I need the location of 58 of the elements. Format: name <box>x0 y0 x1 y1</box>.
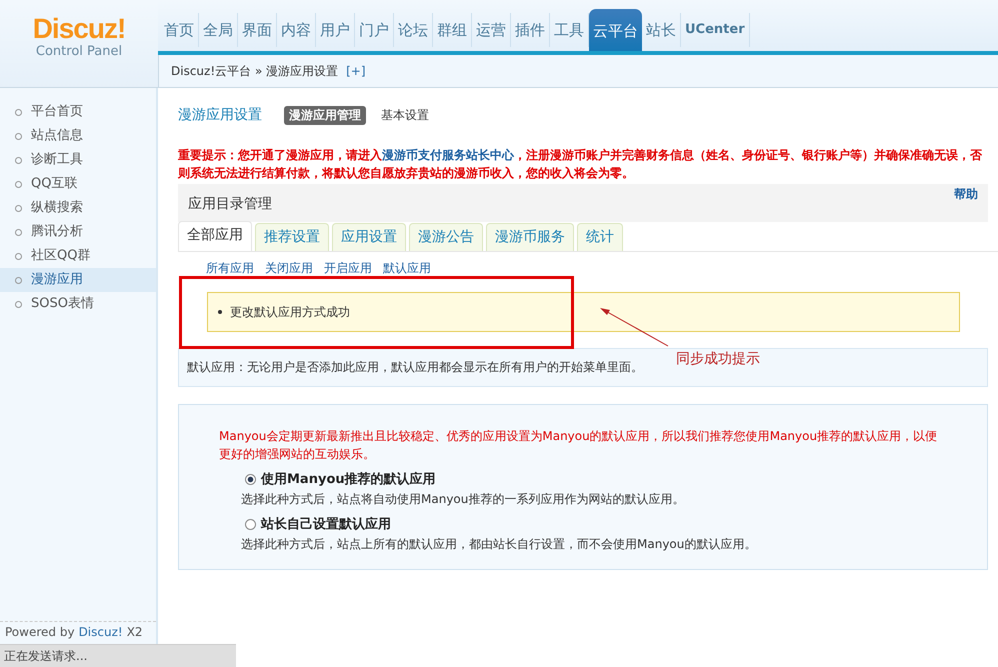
sidebar-item[interactable]: QQ互联 <box>0 172 156 196</box>
nav-tab[interactable]: 用户 <box>316 13 355 47</box>
section-tab[interactable]: 统计 <box>577 223 623 251</box>
annotation-arrow <box>598 306 670 348</box>
breadcrumb-path: Discuz!云平台 » 漫游应用设置 <box>171 62 338 80</box>
option-label: 站长自己设置默认应用 <box>261 516 391 533</box>
nav-tab[interactable]: 首页 <box>160 13 199 47</box>
sidebar-item[interactable]: 诊断工具 <box>0 148 156 172</box>
nav-tab[interactable]: 群组 <box>433 13 472 47</box>
section-tab[interactable]: 应用设置 <box>332 223 406 251</box>
section-tab[interactable]: 漫游公告 <box>409 223 483 251</box>
payment-center-link[interactable]: 漫游币支付服务站长中心 <box>382 148 514 162</box>
filter-link[interactable]: 关闭应用 <box>265 260 313 278</box>
option-label: 使用Manyou推荐的默认应用 <box>261 470 436 488</box>
sidebar-item[interactable]: 纵横搜索 <box>0 196 156 220</box>
section-tab[interactable]: 推荐设置 <box>255 223 329 251</box>
version-text: X2 <box>126 625 143 639</box>
nav-tab[interactable]: UCenter <box>681 13 750 47</box>
page-tab[interactable]: 漫游应用管理 <box>284 106 366 124</box>
nav-tab[interactable]: 界面 <box>238 13 277 47</box>
sidebar-item[interactable]: 平台首页 <box>0 100 156 124</box>
annotation-label: 同步成功提示 <box>676 350 760 368</box>
sidebar-item[interactable]: 漫游应用 <box>0 268 156 292</box>
section-title: 应用目录管理 <box>188 195 272 214</box>
page-tab[interactable]: 基本设置 <box>376 106 434 124</box>
nav-tab[interactable]: 内容 <box>277 13 316 47</box>
filter-link[interactable]: 默认应用 <box>383 260 431 278</box>
options-intro: Manyou会定期更新最新推出且比较稳定、优秀的应用设置为Manyou的默认应用，所以我们推荐您使用Manyou推荐的默认应用，以便更好的增强网站的互动娱乐。 <box>219 428 938 463</box>
nav-tab[interactable]: 站长 <box>642 13 681 47</box>
nav-tab[interactable]: 插件 <box>511 13 550 47</box>
nav-tab[interactable]: 运营 <box>472 13 511 47</box>
success-message: 更改默认应用方式成功 <box>230 304 350 320</box>
filter-link[interactable]: 开启应用 <box>324 260 372 278</box>
sidebar-item[interactable]: 腾讯分析 <box>0 220 156 244</box>
section-tab[interactable]: 全部应用 <box>178 221 252 251</box>
sidebar-item[interactable]: 社区QQ群 <box>0 244 156 268</box>
tip-text: 默认应用：无论用户是否添加此应用，默认应用都会显示在所有用户的开始菜单里面。 <box>187 360 643 374</box>
nav-tab[interactable]: 门户 <box>355 13 394 47</box>
radio-button[interactable] <box>245 474 256 484</box>
page-title: 漫游应用设置 <box>178 106 262 124</box>
option-description: 选择此种方式后，站点上所有的默认应用，都由站长自行设置，而不会使用Manyou的默认应用。 <box>241 536 758 553</box>
status-text: 正在发送请求... <box>4 649 88 663</box>
logo-wordmark: Discuz! <box>32 14 126 44</box>
nav-tab[interactable]: 论坛 <box>394 13 433 47</box>
powered-by-text: Powered by <box>5 625 75 639</box>
sidebar-item[interactable]: 站点信息 <box>0 124 156 148</box>
nav-tab[interactable]: 云平台 <box>589 9 642 51</box>
logo-subtitle: Control Panel <box>36 44 122 59</box>
sidebar-item[interactable]: SOSO表情 <box>0 292 156 316</box>
help-link[interactable]: 帮助 <box>954 184 978 222</box>
discuz-link[interactable]: Discuz! <box>78 625 123 639</box>
filter-link[interactable]: 所有应用 <box>206 260 254 278</box>
nav-tab[interactable]: 全局 <box>199 13 238 47</box>
section-tab[interactable]: 漫游币服务 <box>486 223 574 251</box>
important-notice: 重要提示：您开通了漫游应用，请进入漫游币支付服务站长中心，注册漫游币账户并完善财务信息（姓名、身份证号、银行账户等）并确保准确无误，否则系统无法进行结算付款，将默认您自愿放弃贵站的漫游币收入，您的收入将会为零。 <box>178 147 983 182</box>
radio-button[interactable] <box>245 518 256 530</box>
add-shortcut-link[interactable]: [+] <box>346 64 366 78</box>
option-description: 选择此种方式后，站点将自动使用Manyou推荐的一系列应用作为网站的默认应用。 <box>241 491 686 508</box>
